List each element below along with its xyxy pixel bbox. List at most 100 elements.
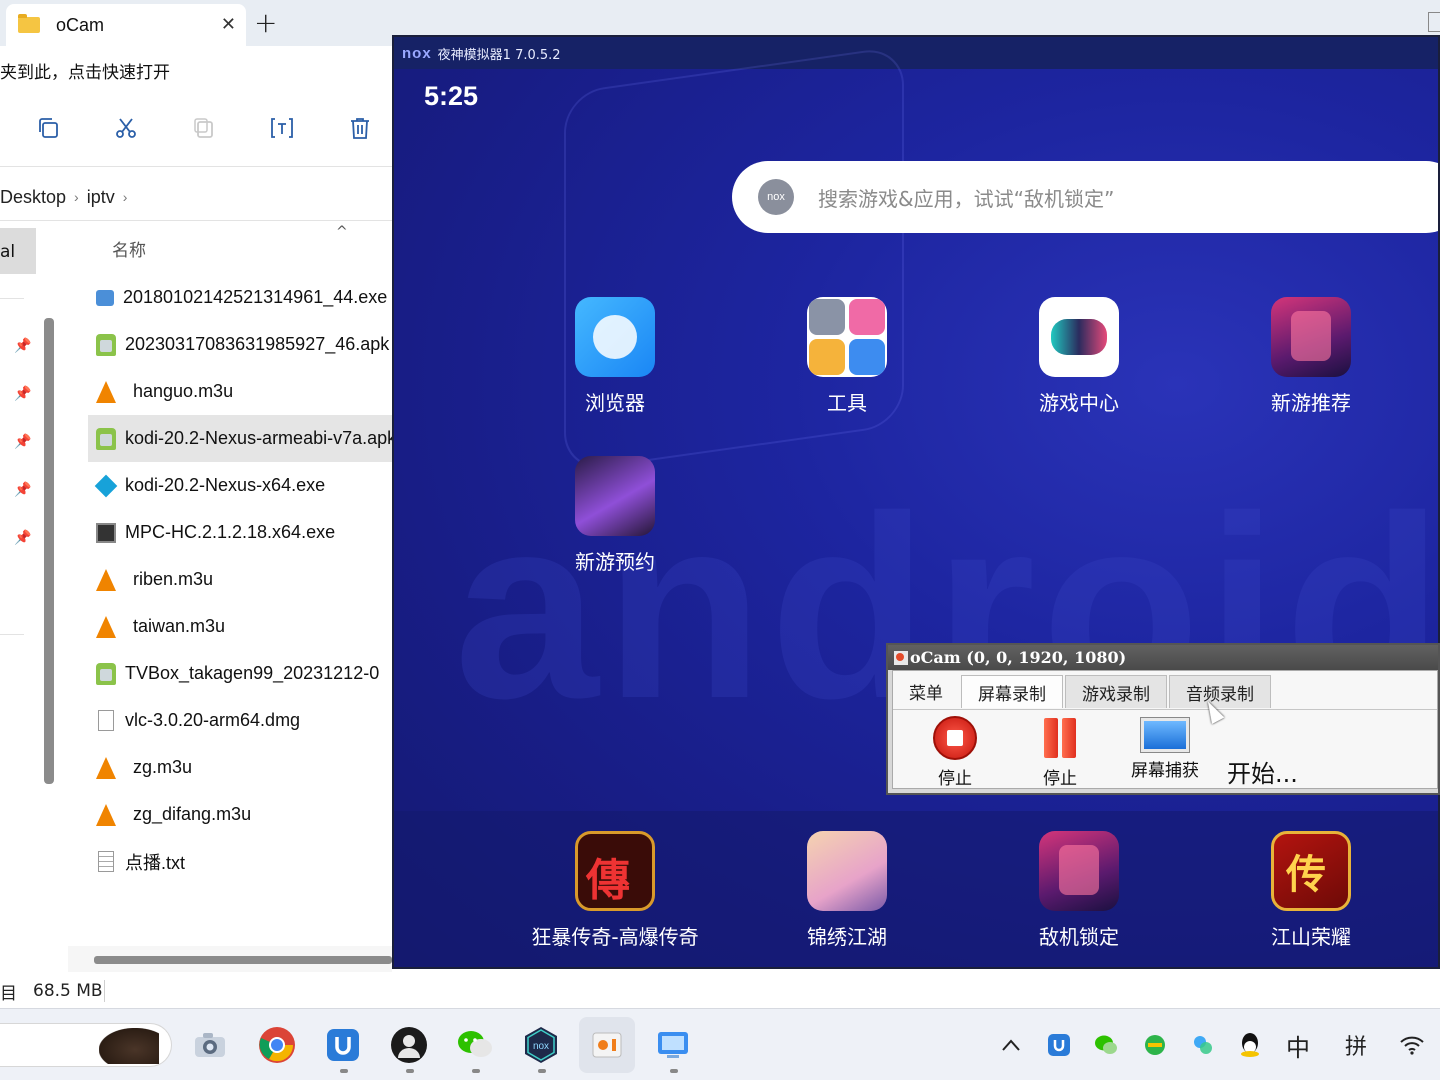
- running-indicator: [406, 1069, 414, 1073]
- file-row[interactable]: TVBox_takagen99_20231212-0: [88, 650, 392, 697]
- file-row[interactable]: vlc-3.0.20-arm64.dmg: [88, 697, 392, 744]
- wifi-icon[interactable]: [1398, 1031, 1426, 1059]
- files-icon[interactable]: [653, 1025, 693, 1065]
- dock-app-jiangshan[interactable]: 传 江山荣耀: [1221, 831, 1401, 950]
- breadcrumb-separator: ›: [74, 189, 79, 205]
- file-row[interactable]: zg.m3u: [88, 744, 392, 791]
- file-row[interactable]: taiwan.m3u: [88, 603, 392, 650]
- file-row[interactable]: kodi-20.2-Nexus-x64.exe: [88, 462, 392, 509]
- ocam-title-bar[interactable]: oCam (0, 0, 1920, 1080): [888, 645, 1438, 670]
- horizontal-scrollbar[interactable]: [94, 956, 392, 964]
- tools-icon: [807, 297, 887, 377]
- delete-icon[interactable]: [346, 114, 374, 142]
- breadcrumb-desktop[interactable]: Desktop: [0, 187, 66, 208]
- cut-icon[interactable]: [112, 114, 140, 142]
- app-label: 游戏中心: [1039, 391, 1119, 415]
- running-indicator: [670, 1069, 678, 1073]
- file-row[interactable]: 20230317083631985927_46.apk: [88, 321, 392, 368]
- mpc-icon: [96, 522, 116, 543]
- dock-app-lockon[interactable]: 敌机锁定: [989, 831, 1169, 950]
- window-control-icon[interactable]: [1428, 12, 1440, 32]
- network-app-tray-icon[interactable]: [1189, 1031, 1217, 1059]
- tab-audio-record[interactable]: 音频录制: [1169, 675, 1271, 708]
- app-preorder[interactable]: 新游预约: [525, 456, 705, 575]
- command-toolbar: [0, 100, 392, 158]
- nav-divider: [0, 298, 24, 299]
- file-name: MPC-HC.2.1.2.18.x64.exe: [125, 522, 336, 542]
- paste-icon[interactable]: [190, 114, 218, 142]
- app-label: 锦绣江湖: [807, 925, 887, 949]
- security-tray-icon[interactable]: [1141, 1031, 1169, 1059]
- ime-mode-indicator[interactable]: 拼: [1342, 1031, 1370, 1060]
- bluetooth-app-icon[interactable]: [323, 1025, 363, 1065]
- file-row[interactable]: MPC-HC.2.1.2.18.x64.exe: [88, 509, 392, 556]
- wechat-tray-icon[interactable]: [1092, 1031, 1120, 1059]
- stop-record-button[interactable]: 停止: [915, 716, 995, 789]
- ocam-icon[interactable]: [579, 1017, 635, 1073]
- address-bar[interactable]: 夹到此，点击快速打开: [0, 46, 392, 94]
- app-label: 新游推荐: [1271, 391, 1351, 415]
- file-name: vlc-3.0.20-arm64.dmg: [125, 710, 301, 730]
- running-indicator: [472, 1069, 480, 1073]
- file-row[interactable]: riben.m3u: [88, 556, 392, 603]
- ime-language-indicator[interactable]: 中: [1284, 1031, 1312, 1062]
- breadcrumb: Desktop › iptv ›: [0, 178, 392, 216]
- app-game-center[interactable]: 游戏中心: [989, 297, 1169, 416]
- file-row[interactable]: 20180102142521314961_44.exe: [88, 274, 392, 321]
- taskbar-search-box[interactable]: [0, 1023, 172, 1067]
- breadcrumb-iptv[interactable]: iptv: [87, 187, 115, 208]
- file-row[interactable]: zg_difang.m3u: [88, 791, 392, 838]
- app-label: 狂暴传奇-高爆传奇: [531, 925, 699, 949]
- file-row[interactable]: 点播.txt: [88, 838, 392, 885]
- pin-icon: 📌: [14, 482, 32, 498]
- chrome-icon[interactable]: [257, 1025, 297, 1065]
- nox-icon[interactable]: nox: [521, 1025, 561, 1065]
- nav-scrollbar[interactable]: [44, 318, 54, 784]
- qq-tray-icon[interactable]: [1236, 1031, 1264, 1059]
- breadcrumb-separator[interactable]: ›: [123, 189, 128, 205]
- new-tab-button[interactable]: +: [254, 6, 277, 39]
- search-highlight-image: [99, 1028, 159, 1064]
- jiangshan-game-icon: 传: [1271, 831, 1351, 911]
- browser-icon: [575, 297, 655, 377]
- tab-game-record[interactable]: 游戏录制: [1065, 675, 1167, 708]
- column-header-name[interactable]: 名称: [112, 236, 146, 261]
- app-tools[interactable]: 工具: [757, 297, 937, 416]
- vlc-icon: [96, 615, 116, 638]
- tab-menu[interactable]: 菜单: [893, 675, 959, 708]
- nox-title-bar[interactable]: nox 夜神模拟器1 7.0.5.2: [394, 37, 1438, 69]
- dock-app-jinxiu[interactable]: 锦绣江湖: [757, 831, 937, 950]
- copy-icon[interactable]: [34, 114, 62, 142]
- file-name: 20180102142521314961_44.exe: [123, 287, 388, 307]
- address-hint: 夹到此，点击快速打开: [0, 62, 170, 83]
- jiangshan-glyph: 传: [1286, 852, 1326, 898]
- dock-app-legend[interactable]: 傳 狂暴传奇-高爆传奇: [525, 831, 705, 950]
- nox-search-logo: nox: [758, 179, 794, 215]
- file-row-selected[interactable]: kodi-20.2-Nexus-armeabi-v7a.apk: [88, 415, 392, 462]
- tool-label: 屏幕捕获: [1131, 761, 1199, 781]
- camera-icon[interactable]: [190, 1025, 230, 1065]
- screen-capture-button[interactable]: 屏幕捕获: [1125, 716, 1205, 781]
- tab-screen-record[interactable]: 屏幕录制: [961, 675, 1063, 708]
- pause-button[interactable]: 停止: [1020, 716, 1100, 789]
- nav-item-selected[interactable]: al: [0, 228, 36, 274]
- show-hidden-icons-chevron[interactable]: [997, 1031, 1025, 1059]
- file-row[interactable]: hanguo.m3u: [88, 368, 392, 415]
- close-tab-icon[interactable]: ✕: [221, 14, 236, 35]
- nox-logo: nox: [402, 44, 432, 62]
- rename-icon[interactable]: [268, 114, 296, 142]
- explorer-tab-ocam[interactable]: oCam ✕: [6, 4, 246, 46]
- app-search-bar[interactable]: nox 搜索游戏&应用，试试“敌机锁定”: [732, 161, 1438, 233]
- svg-text:nox: nox: [533, 1041, 549, 1052]
- file-name: 点播.txt: [125, 852, 186, 873]
- wechat-icon[interactable]: [455, 1025, 495, 1065]
- running-indicator: [340, 1069, 348, 1073]
- vlc-icon: [96, 756, 116, 779]
- app-new-games[interactable]: 新游推荐: [1221, 297, 1401, 416]
- bluetooth-tray-icon[interactable]: [1045, 1031, 1073, 1059]
- tool-label: 停止: [1043, 769, 1077, 789]
- file-list: 20180102142521314961_44.exe 202303170836…: [88, 274, 392, 885]
- app-browser[interactable]: 浏览器: [525, 297, 705, 416]
- apk-icon: [96, 427, 116, 450]
- avatar-app-icon[interactable]: [389, 1025, 429, 1065]
